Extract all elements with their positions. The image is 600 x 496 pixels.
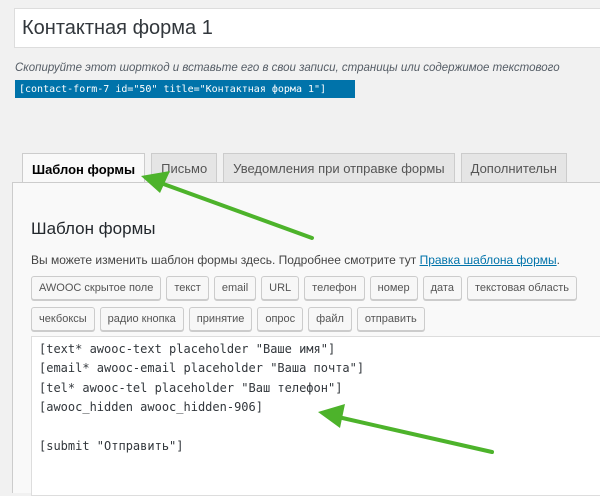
tag-url-button[interactable]: URL (261, 276, 300, 300)
form-template-editor[interactable]: [text* awooc-text placeholder "Ваше имя"… (31, 336, 600, 496)
description-suffix: . (556, 253, 560, 267)
tag-submit-button[interactable]: отправить (356, 307, 425, 331)
form-title-field[interactable] (14, 8, 600, 48)
tab-additional[interactable]: Дополнительн (460, 153, 567, 183)
form-title-input[interactable] (15, 9, 600, 47)
tab-form-template[interactable]: Шаблон формы (22, 153, 146, 183)
tag-text-button[interactable]: текст (166, 276, 209, 300)
description-text: Вы можете изменить шаблон формы здесь. П… (31, 253, 417, 267)
shortcode-field[interactable] (15, 80, 355, 98)
tag-acceptance-button[interactable]: принятие (188, 307, 253, 331)
tag-quiz-button[interactable]: опрос (257, 307, 304, 331)
panel-title: Шаблон формы (31, 219, 156, 238)
tab-mail[interactable]: Письмо (151, 153, 218, 183)
shortcode-hint: Скопируйте этот шорткод и вставьте его в… (15, 62, 560, 74)
tag-file-button[interactable]: файл (308, 307, 352, 331)
tag-email-button[interactable]: email (213, 276, 257, 300)
tag-awooc-hidden-button[interactable]: AWOOC скрытое поле (31, 276, 162, 300)
tag-generator-row-1: AWOOC скрытое поле текст email URL телеф… (31, 276, 582, 300)
panel-description: Вы можете изменить шаблон формы здесь. П… (31, 253, 560, 267)
tag-tel-button[interactable]: телефон (304, 276, 365, 300)
tag-number-button[interactable]: номер (369, 276, 418, 300)
editor-tabs: Шаблон формы Письмо Уведомления при отпр… (22, 152, 600, 183)
tab-messages[interactable]: Уведомления при отправке формы (223, 153, 455, 183)
tag-radio-button[interactable]: радио кнопка (99, 307, 184, 331)
form-template-panel: Шаблон формы Вы можете изменить шаблон ф… (12, 182, 600, 496)
tag-generator-row-2: чекбоксы радио кнопка принятие опрос фай… (31, 307, 430, 331)
tag-textarea-button[interactable]: текстовая область (466, 276, 578, 300)
template-help-link[interactable]: Правка шаблона формы (420, 253, 557, 267)
tag-date-button[interactable]: дата (422, 276, 462, 300)
tag-checkbox-button[interactable]: чекбоксы (31, 307, 95, 331)
